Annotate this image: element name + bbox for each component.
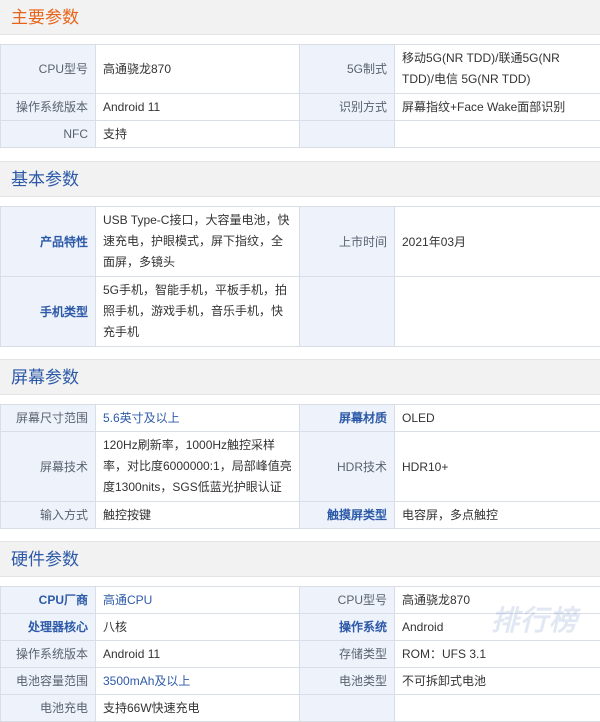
spec-label: 识别方式 <box>300 94 395 121</box>
spec-value: 120Hz刷新率，1000Hz触控采样率，对比度6000000:1，局部峰值亮度… <box>96 432 300 502</box>
section-header-main: 主要参数 <box>0 0 600 35</box>
section-header-basic: 基本参数 <box>0 161 600 197</box>
spec-label: HDR技术 <box>300 432 395 502</box>
table-row: 手机类型 5G手机，智能手机，平板手机，拍照手机，游戏手机，音乐手机，快充手机 <box>1 277 600 347</box>
table-row: 处理器核心 八核 操作系统 Android <box>1 614 600 641</box>
spec-label: 屏幕尺寸范围 <box>1 405 96 432</box>
section-header-hardware: 硬件参数 <box>0 541 600 577</box>
spec-value <box>395 695 600 722</box>
spec-label: 屏幕材质 <box>300 405 395 432</box>
spec-value: 八核 <box>96 614 300 641</box>
spec-value: 支持66W快速充电 <box>96 695 300 722</box>
spec-label: 存储类型 <box>300 641 395 668</box>
spec-value: HDR10+ <box>395 432 600 502</box>
spec-value: 触控按键 <box>96 502 300 529</box>
spec-label <box>300 121 395 148</box>
spec-value: USB Type-C接口，大容量电池，快速充电，护眼模式，屏下指纹，全面屏，多镜… <box>96 207 300 277</box>
table-row: 电池容量范围 3500mAh及以上 电池类型 不可拆卸式电池 <box>1 668 600 695</box>
table-row: 操作系统版本 Android 11 识别方式 屏幕指纹+Face Wake面部识… <box>1 94 600 121</box>
spec-value: 高通骁龙870 <box>96 45 300 94</box>
spec-value <box>395 121 600 148</box>
spec-label: 操作系统 <box>300 614 395 641</box>
spec-table-main: CPU型号 高通骁龙870 5G制式 移动5G(NR TDD)/联通5G(NR … <box>0 44 600 148</box>
spec-label: 上市时间 <box>300 207 395 277</box>
spec-value <box>395 277 600 347</box>
table-row: 产品特性 USB Type-C接口，大容量电池，快速充电，护眼模式，屏下指纹，全… <box>1 207 600 277</box>
table-row: CPU型号 高通骁龙870 5G制式 移动5G(NR TDD)/联通5G(NR … <box>1 45 600 94</box>
spec-value: OLED <box>395 405 600 432</box>
spec-label: NFC <box>1 121 96 148</box>
section-title-main: 主要参数 <box>11 9 79 26</box>
spec-value: ROM：UFS 3.1 <box>395 641 600 668</box>
spec-label: 操作系统版本 <box>1 94 96 121</box>
table-row: 电池充电 支持66W快速充电 <box>1 695 600 722</box>
spec-label: 5G制式 <box>300 45 395 94</box>
table-row: 操作系统版本 Android 11 存储类型 ROM：UFS 3.1 <box>1 641 600 668</box>
section-title-screen: 屏幕参数 <box>11 369 79 386</box>
spec-label: 电池充电 <box>1 695 96 722</box>
spec-label: CPU厂商 <box>1 587 96 614</box>
spec-label: 操作系统版本 <box>1 641 96 668</box>
table-row: NFC 支持 <box>1 121 600 148</box>
spec-value-link[interactable]: 高通CPU <box>96 587 300 614</box>
spec-label: 手机类型 <box>1 277 96 347</box>
spec-label: 输入方式 <box>1 502 96 529</box>
spec-value: 2021年03月 <box>395 207 600 277</box>
spec-value: 电容屏，多点触控 <box>395 502 600 529</box>
spec-value: Android <box>395 614 600 641</box>
spec-label: CPU型号 <box>300 587 395 614</box>
spec-value: 不可拆卸式电池 <box>395 668 600 695</box>
spec-value-link[interactable]: 5.6英寸及以上 <box>96 405 300 432</box>
spec-label: 电池容量范围 <box>1 668 96 695</box>
spec-table-hardware: CPU厂商 高通CPU CPU型号 高通骁龙870 处理器核心 八核 操作系统 … <box>0 586 600 722</box>
table-row: CPU厂商 高通CPU CPU型号 高通骁龙870 <box>1 587 600 614</box>
spec-value: Android 11 <box>96 94 300 121</box>
spec-table-screen: 屏幕尺寸范围 5.6英寸及以上 屏幕材质 OLED 屏幕技术 120Hz刷新率，… <box>0 404 600 529</box>
spec-value: Android 11 <box>96 641 300 668</box>
section-header-screen: 屏幕参数 <box>0 359 600 395</box>
section-title-basic: 基本参数 <box>11 171 79 188</box>
spec-label <box>300 277 395 347</box>
spec-label: 触摸屏类型 <box>300 502 395 529</box>
spec-value: 高通骁龙870 <box>395 587 600 614</box>
spec-value: 屏幕指纹+Face Wake面部识别 <box>395 94 600 121</box>
spec-value: 5G手机，智能手机，平板手机，拍照手机，游戏手机，音乐手机，快充手机 <box>96 277 300 347</box>
table-row: 输入方式 触控按键 触摸屏类型 电容屏，多点触控 <box>1 502 600 529</box>
spec-value-link[interactable]: 3500mAh及以上 <box>96 668 300 695</box>
table-row: 屏幕技术 120Hz刷新率，1000Hz触控采样率，对比度6000000:1，局… <box>1 432 600 502</box>
spec-label: 处理器核心 <box>1 614 96 641</box>
spec-label: 屏幕技术 <box>1 432 96 502</box>
spec-label <box>300 695 395 722</box>
spec-value: 支持 <box>96 121 300 148</box>
spec-value: 移动5G(NR TDD)/联通5G(NR TDD)/电信 5G(NR TDD) <box>395 45 600 94</box>
section-title-hardware: 硬件参数 <box>11 551 79 568</box>
spec-label: 电池类型 <box>300 668 395 695</box>
table-row: 屏幕尺寸范围 5.6英寸及以上 屏幕材质 OLED <box>1 405 600 432</box>
spec-label: 产品特性 <box>1 207 96 277</box>
spec-table-basic: 产品特性 USB Type-C接口，大容量电池，快速充电，护眼模式，屏下指纹，全… <box>0 206 600 347</box>
spec-label: CPU型号 <box>1 45 96 94</box>
